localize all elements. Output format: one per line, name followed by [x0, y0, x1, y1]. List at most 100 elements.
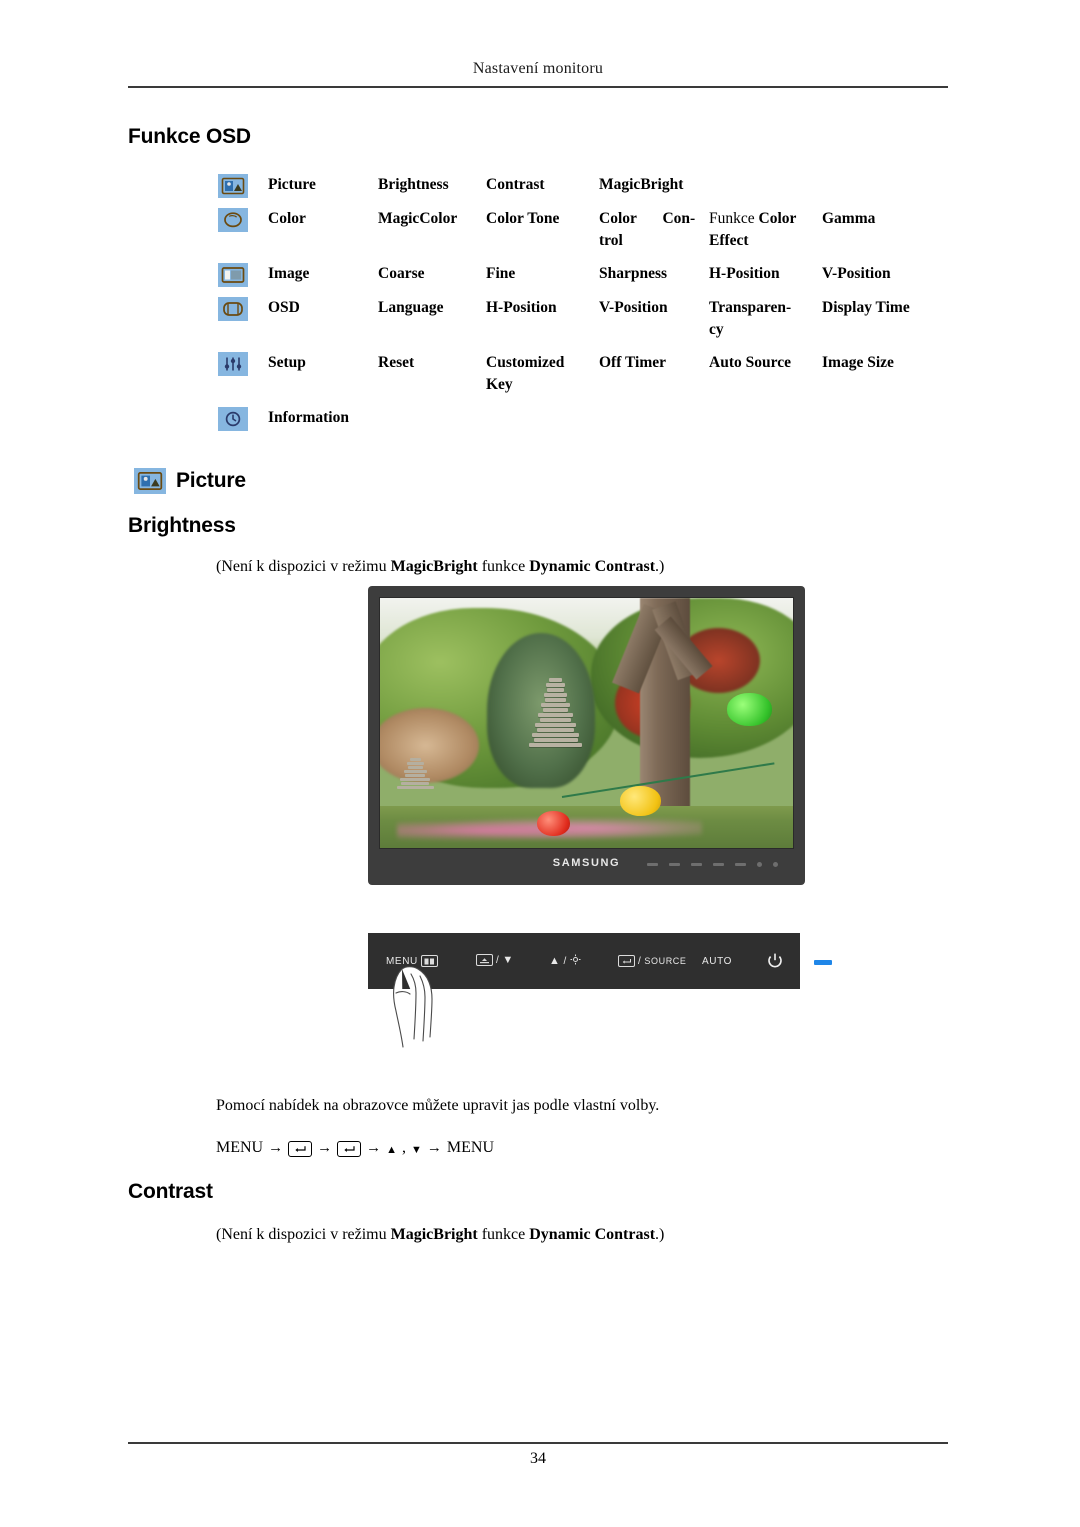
monitor-button-row	[647, 862, 778, 867]
scene-pagoda-large	[528, 678, 583, 818]
note-mid: funkce	[477, 1226, 530, 1243]
osd-item: Color Tone	[486, 210, 560, 227]
osd-item-line1: Transparen-	[709, 298, 792, 316]
osd-group-label: Information	[268, 408, 349, 426]
section-title-contrast: Contrast	[128, 1180, 213, 1203]
osd-item: Language	[378, 298, 444, 316]
osd-item: Brightness	[378, 176, 449, 193]
osd-item: Gamma	[822, 210, 876, 227]
monitor-bezel-bottom: SAMSUNG	[379, 849, 794, 883]
enter-key-icon	[288, 1141, 313, 1157]
note-mid: funkce	[477, 558, 530, 575]
control-auto-button: AUTO	[702, 956, 732, 967]
bezel-button	[669, 863, 680, 866]
osd-item-prefix: Funkce	[709, 210, 755, 227]
arrow-right-icon: →	[366, 1139, 382, 1156]
arrow-right-icon: →	[268, 1139, 284, 1156]
page-header-title: Nastavení monitoru	[472, 60, 604, 77]
osd-item: V-Position	[822, 264, 891, 282]
osd-item: Sharpness	[599, 264, 668, 282]
control-down-button: / ▼	[476, 954, 514, 966]
enter-key-icon	[337, 1141, 362, 1157]
brightness-description: Pomocí nabídek na obrazovce můžete uprav…	[216, 1097, 660, 1114]
table-row: Setup Reset Customized Key Off Timer Aut…	[218, 351, 948, 397]
menu-seq-start: MENU	[216, 1139, 264, 1156]
osd-item: Off Timer	[599, 353, 667, 371]
osd-group-label: OSD	[268, 298, 300, 316]
section-title-brightness: Brightness	[128, 514, 236, 537]
header-divider	[128, 86, 948, 88]
arrow-right-icon: →	[426, 1139, 442, 1156]
osd-item: MagicBright	[599, 176, 684, 193]
osd-icon	[218, 296, 268, 321]
osd-item-line1: Customized	[486, 353, 565, 371]
osd-item-line1: Color	[599, 210, 637, 227]
control-separator: /	[563, 955, 567, 967]
brightness-sun-icon	[570, 954, 581, 968]
bezel-button	[713, 863, 724, 866]
osd-item-line2: trol	[599, 232, 623, 250]
brightness-key-icon	[476, 954, 493, 966]
power-led-indicator	[814, 960, 832, 965]
osd-item: Image Size	[822, 353, 894, 371]
osd-item-word2: Effect	[709, 232, 749, 250]
note-magicbright: MagicBright	[390, 1226, 478, 1243]
osd-group-label: Image	[268, 264, 310, 282]
scene-lantern-yellow	[619, 785, 661, 816]
note-prefix: (Není k dispozici v režimu	[216, 1226, 391, 1243]
down-arrow-icon: ▼	[411, 1144, 422, 1156]
note-suffix: .)	[655, 558, 665, 575]
osd-item: H-Position	[486, 298, 557, 316]
bezel-power-button	[757, 862, 762, 867]
contrast-availability-note: (Není k dispozici v režimu MagicBright f…	[216, 1226, 664, 1244]
note-suffix: .)	[655, 1226, 665, 1243]
osd-item-line1b: Con-	[662, 210, 696, 227]
note-dynamic-contrast: Dynamic Contrast	[529, 1226, 656, 1243]
table-row: Image Coarse Fine Sharpness H-Position V…	[218, 262, 948, 287]
osd-group-label: Setup	[268, 353, 306, 371]
note-dynamic-contrast: Dynamic Contrast	[529, 558, 656, 575]
arrow-right-icon: →	[317, 1139, 333, 1156]
document-page: Nastavení monitoru Funkce OSD Picture Br…	[0, 0, 1080, 1527]
osd-item: Display Time	[822, 298, 910, 316]
section-heading-picture: Picture	[134, 468, 246, 494]
osd-item-line2: cy	[709, 321, 724, 339]
down-arrow-icon: ▼	[502, 953, 514, 966]
control-source-label: SOURCE	[644, 956, 687, 966]
note-prefix: (Není k dispozici v režimu	[216, 558, 391, 575]
osd-item: Transparen- cy	[709, 297, 822, 342]
control-bar-illustration: MENU / ▼ ▲ / / SOURCE AUTO	[368, 933, 832, 1048]
table-row: Picture Brightness Contrast MagicBright	[218, 174, 948, 198]
picture-icon	[134, 468, 166, 494]
osd-function-table: Picture Brightness Contrast MagicBright …	[218, 174, 948, 441]
osd-item: V-Position	[599, 298, 668, 316]
osd-item: MagicColor	[378, 210, 458, 227]
osd-group-label: Color	[268, 210, 306, 227]
page-number: 34	[530, 1450, 546, 1467]
menu-seq-comma: ,	[402, 1139, 406, 1156]
color-icon	[218, 208, 268, 232]
table-row: Color MagicColor Color Tone Color Con- t…	[218, 208, 948, 253]
bezel-button	[647, 863, 658, 866]
note-magicbright: MagicBright	[390, 558, 478, 575]
scene-pagoda-small	[396, 758, 434, 823]
osd-item: Funkce Color Effect	[709, 208, 822, 253]
enter-key-icon	[618, 955, 635, 967]
osd-item: Reset	[378, 353, 415, 371]
osd-group-label: Picture	[268, 176, 316, 193]
brand-logo: SAMSUNG	[552, 857, 621, 869]
osd-item: Customized Key	[486, 352, 599, 397]
image-icon	[218, 262, 268, 287]
osd-item-line2: Key	[486, 376, 513, 394]
footer-divider	[128, 1442, 948, 1444]
osd-item: H-Position	[709, 264, 780, 282]
table-row: OSD Language H-Position V-Position Trans…	[218, 296, 948, 342]
control-source-button: / SOURCE	[618, 955, 687, 967]
menu-seq-end: MENU	[446, 1139, 494, 1156]
table-row: Information	[218, 406, 948, 431]
brightness-availability-note: (Není k dispozici v režimu MagicBright f…	[216, 558, 664, 576]
page-title: Funkce OSD	[128, 125, 251, 148]
menu-navigation-sequence: MENU → → → ▲ , ▼ → MENU	[216, 1139, 494, 1157]
section-title-picture: Picture	[176, 469, 246, 492]
control-bar-buttons: MENU / ▼ ▲ / / SOURCE AUTO	[368, 933, 832, 989]
